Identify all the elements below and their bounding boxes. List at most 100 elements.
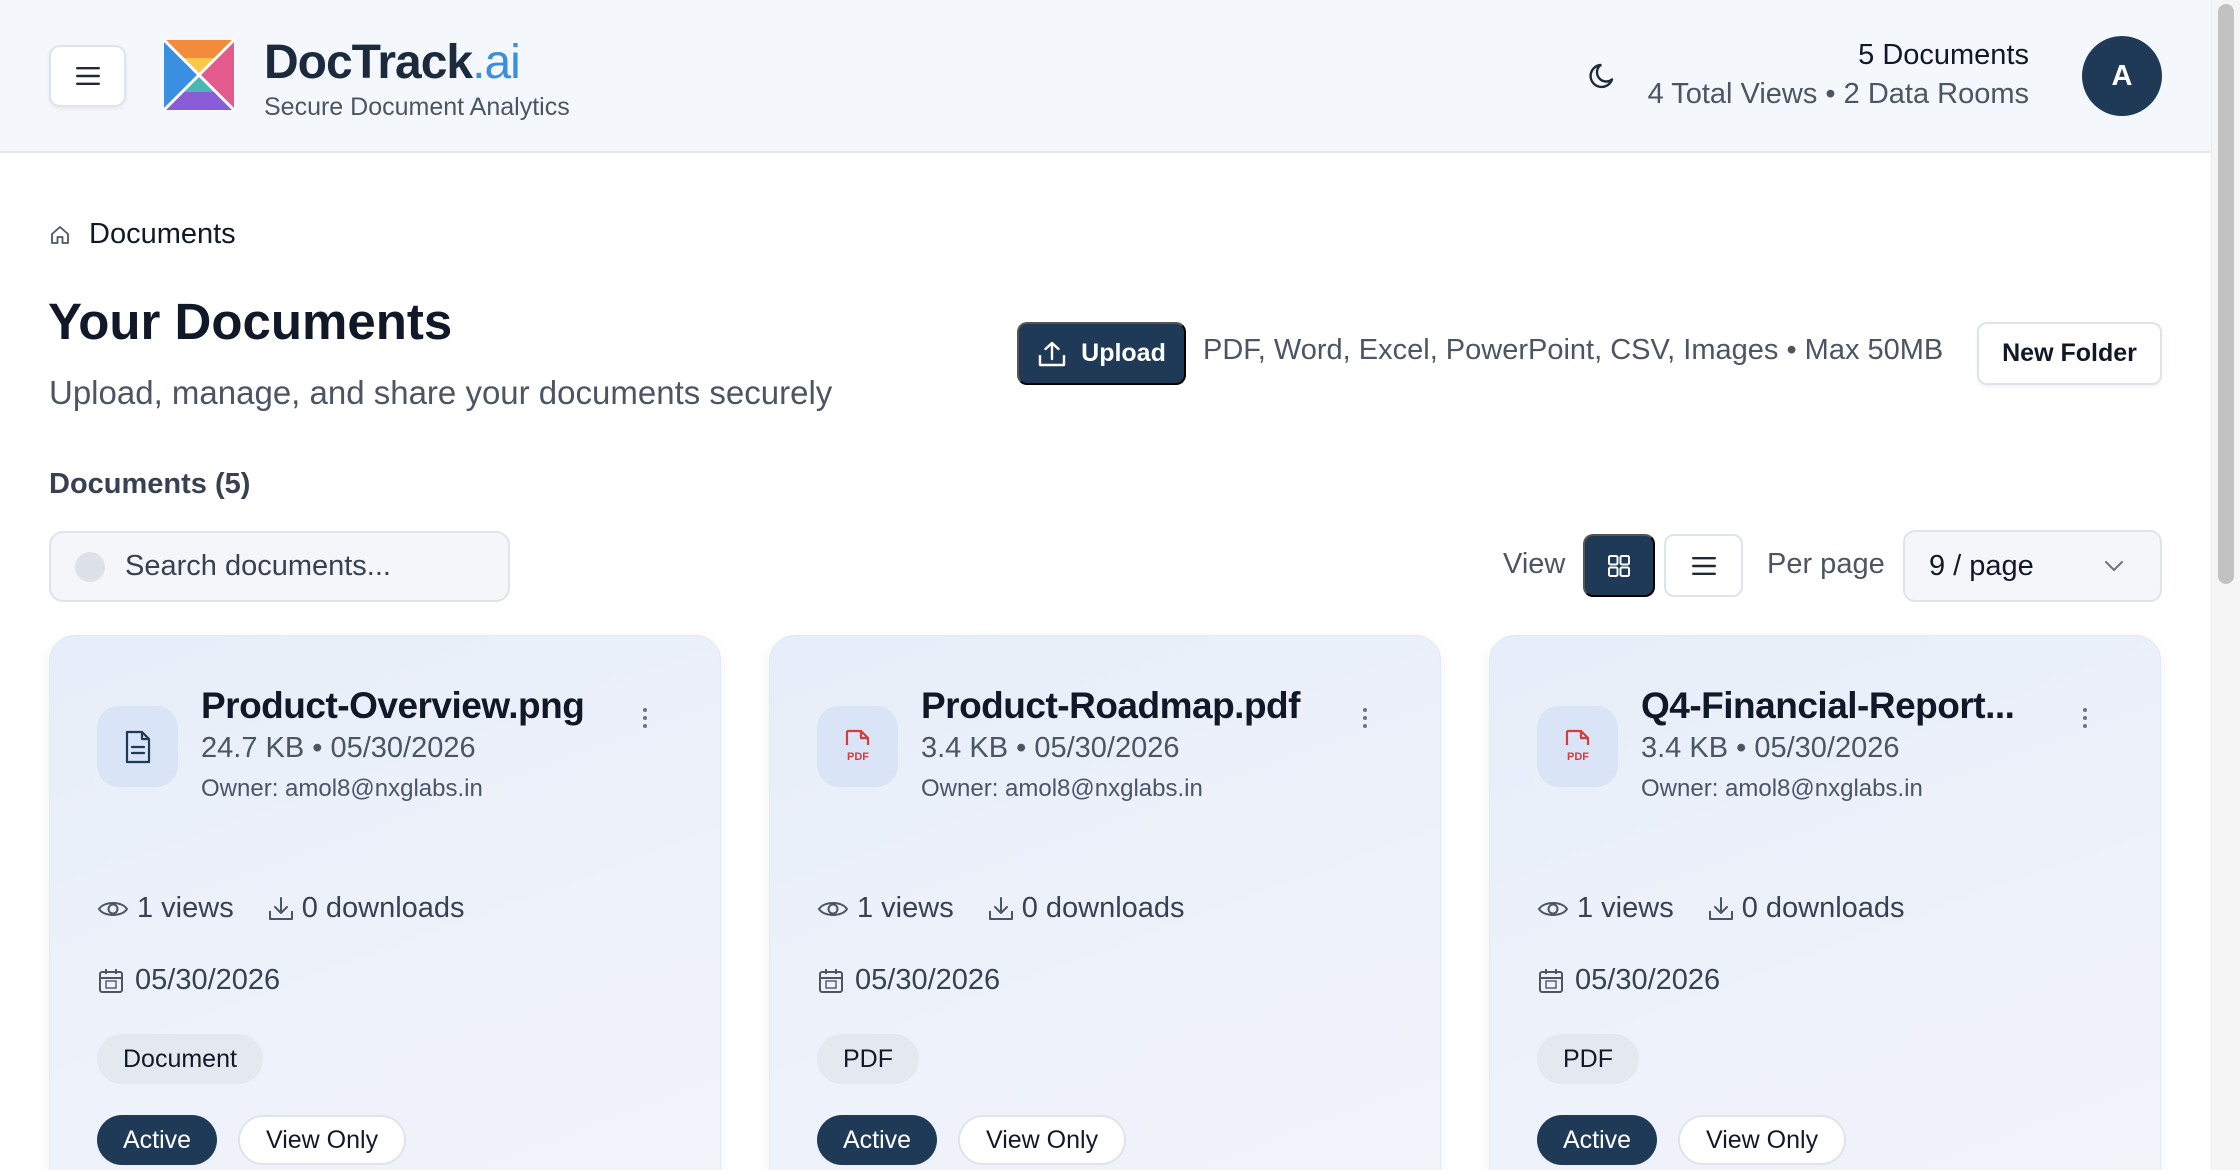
card-date: 05/30/2026 (1537, 964, 1720, 997)
calendar-icon (819, 968, 843, 993)
card-stats: 1 views 0 downloads (1537, 892, 1905, 925)
card-date: 05/30/2026 (817, 964, 1000, 997)
home-icon[interactable] (49, 224, 71, 246)
menu-button[interactable] (49, 45, 126, 107)
brand[interactable]: DocTrack.ai Secure Document Analytics (264, 34, 570, 122)
file-type-badge: PDF (817, 1034, 919, 1084)
card-meta: 24.7 KB • 05/30/2026 (201, 732, 476, 764)
brand-tagline: Secure Document Analytics (264, 93, 570, 121)
header-stats: 5 Documents 4 Total Views • 2 Data Rooms (1648, 36, 2029, 114)
downloads-stat: 0 downloads (1708, 892, 1905, 925)
breadcrumb-current[interactable]: Documents (89, 218, 236, 251)
download-icon (1708, 896, 1733, 920)
card-title[interactable]: Product-Overview.png (201, 682, 621, 730)
upload-icon (1038, 341, 1066, 366)
document-icon (125, 730, 150, 763)
downloads-stat: 0 downloads (988, 892, 1185, 925)
document-card[interactable]: PDF Q4-Financial-Report... 3.4 KB • 05/3… (1489, 635, 2161, 1170)
new-folder-button[interactable]: New Folder (1977, 322, 2162, 385)
views-count: 1 views (1577, 892, 1674, 924)
permission-badge: View Only (1678, 1115, 1847, 1165)
download-icon (268, 896, 293, 920)
more-options-button[interactable] (630, 698, 660, 738)
pdf-icon-label: PDF (1567, 751, 1589, 763)
calendar-icon (99, 968, 123, 993)
more-options-button[interactable] (1350, 698, 1380, 738)
upload-button[interactable]: Upload (1017, 322, 1186, 385)
grid-view-button[interactable] (1583, 534, 1655, 597)
card-icon-tile: PDF (1537, 706, 1618, 787)
card-date-value: 05/30/2026 (1575, 964, 1721, 996)
grid-icon (1608, 554, 1630, 577)
status-badge: Active (97, 1115, 218, 1165)
card-date-value: 05/30/2026 (135, 964, 281, 996)
views-count: 1 views (137, 892, 234, 924)
status-badge: Active (817, 1115, 938, 1165)
views-stat: 1 views (817, 892, 954, 925)
pdf-icon: PDF (845, 729, 869, 763)
permission-badge: View Only (958, 1115, 1127, 1165)
card-date: 05/30/2026 (97, 964, 280, 997)
card-title[interactable]: Product-Roadmap.pdf (921, 682, 1341, 730)
eye-icon (1537, 901, 1569, 916)
search-box[interactable] (49, 531, 510, 602)
file-type-badge: Document (97, 1034, 263, 1084)
views-stat: 1 views (1537, 892, 1674, 925)
search-input[interactable] (125, 550, 485, 583)
download-icon (988, 896, 1013, 920)
more-vertical-icon (2083, 708, 2087, 728)
card-stats: 1 views 0 downloads (817, 892, 1185, 925)
card-owner: Owner: amol8@nxglabs.in (1641, 775, 1923, 802)
views-rooms-stat: 4 Total Views • 2 Data Rooms (1647, 78, 2029, 110)
more-options-button[interactable] (2070, 698, 2100, 738)
downloads-count: 0 downloads (1741, 892, 1905, 924)
pdf-icon: PDF (1565, 729, 1589, 763)
scrollbar-thumb[interactable] (2218, 4, 2234, 584)
list-icon (1691, 556, 1716, 575)
search-icon (75, 551, 105, 582)
card-title[interactable]: Q4-Financial-Report... (1641, 682, 2061, 730)
page-subtitle: Upload, manage, and share your documents… (49, 374, 833, 411)
page-title: Your Documents (48, 293, 453, 350)
documents-stat: 5 Documents (1858, 39, 2029, 71)
eye-icon (97, 901, 129, 916)
doctrack-logo-icon (162, 38, 236, 112)
downloads-stat: 0 downloads (268, 892, 465, 925)
downloads-count: 0 downloads (1021, 892, 1185, 924)
app-header: DocTrack.ai Secure Document Analytics 5 … (0, 0, 2211, 153)
per-page-value: 9 / page (1929, 549, 2034, 582)
avatar[interactable]: A (2082, 36, 2162, 116)
file-type-badge: PDF (1537, 1034, 1639, 1084)
moon-icon[interactable] (1586, 58, 1620, 92)
calendar-icon (1539, 968, 1563, 993)
per-page-label: Per page (1767, 548, 1885, 580)
card-date-value: 05/30/2026 (855, 964, 1001, 996)
chevron-down-icon (2105, 561, 2123, 571)
card-owner: Owner: amol8@nxglabs.in (921, 775, 1203, 802)
page-scrollbar[interactable] (2211, 0, 2240, 1170)
views-stat: 1 views (97, 892, 234, 925)
brand-name: DocTrack.ai (264, 36, 521, 89)
upload-hint: PDF, Word, Excel, PowerPoint, CSV, Image… (1203, 334, 1944, 366)
view-label: View (1503, 548, 1566, 580)
documents-count: Documents (5) (49, 468, 251, 500)
breadcrumb: Documents (49, 218, 236, 251)
more-vertical-icon (643, 708, 647, 728)
list-view-button[interactable] (1664, 534, 1743, 597)
card-stats: 1 views 0 downloads (97, 892, 465, 925)
downloads-count: 0 downloads (301, 892, 465, 924)
per-page-select[interactable]: 9 / page (1903, 530, 2162, 602)
document-card[interactable]: Product-Overview.png 24.7 KB • 05/30/202… (49, 635, 721, 1170)
card-meta: 3.4 KB • 05/30/2026 (1641, 732, 1900, 764)
card-icon-tile (97, 706, 178, 787)
views-count: 1 views (857, 892, 954, 924)
more-vertical-icon (1363, 708, 1367, 728)
card-meta: 3.4 KB • 05/30/2026 (921, 732, 1180, 764)
card-icon-tile: PDF (817, 706, 898, 787)
upload-button-label: Upload (1081, 339, 1166, 367)
pdf-icon-label: PDF (847, 751, 869, 763)
permission-badge: View Only (238, 1115, 407, 1165)
document-card[interactable]: PDF Product-Roadmap.pdf 3.4 KB • 05/30/2… (769, 635, 1441, 1170)
status-badge: Active (1537, 1115, 1658, 1165)
hamburger-icon (75, 67, 100, 85)
